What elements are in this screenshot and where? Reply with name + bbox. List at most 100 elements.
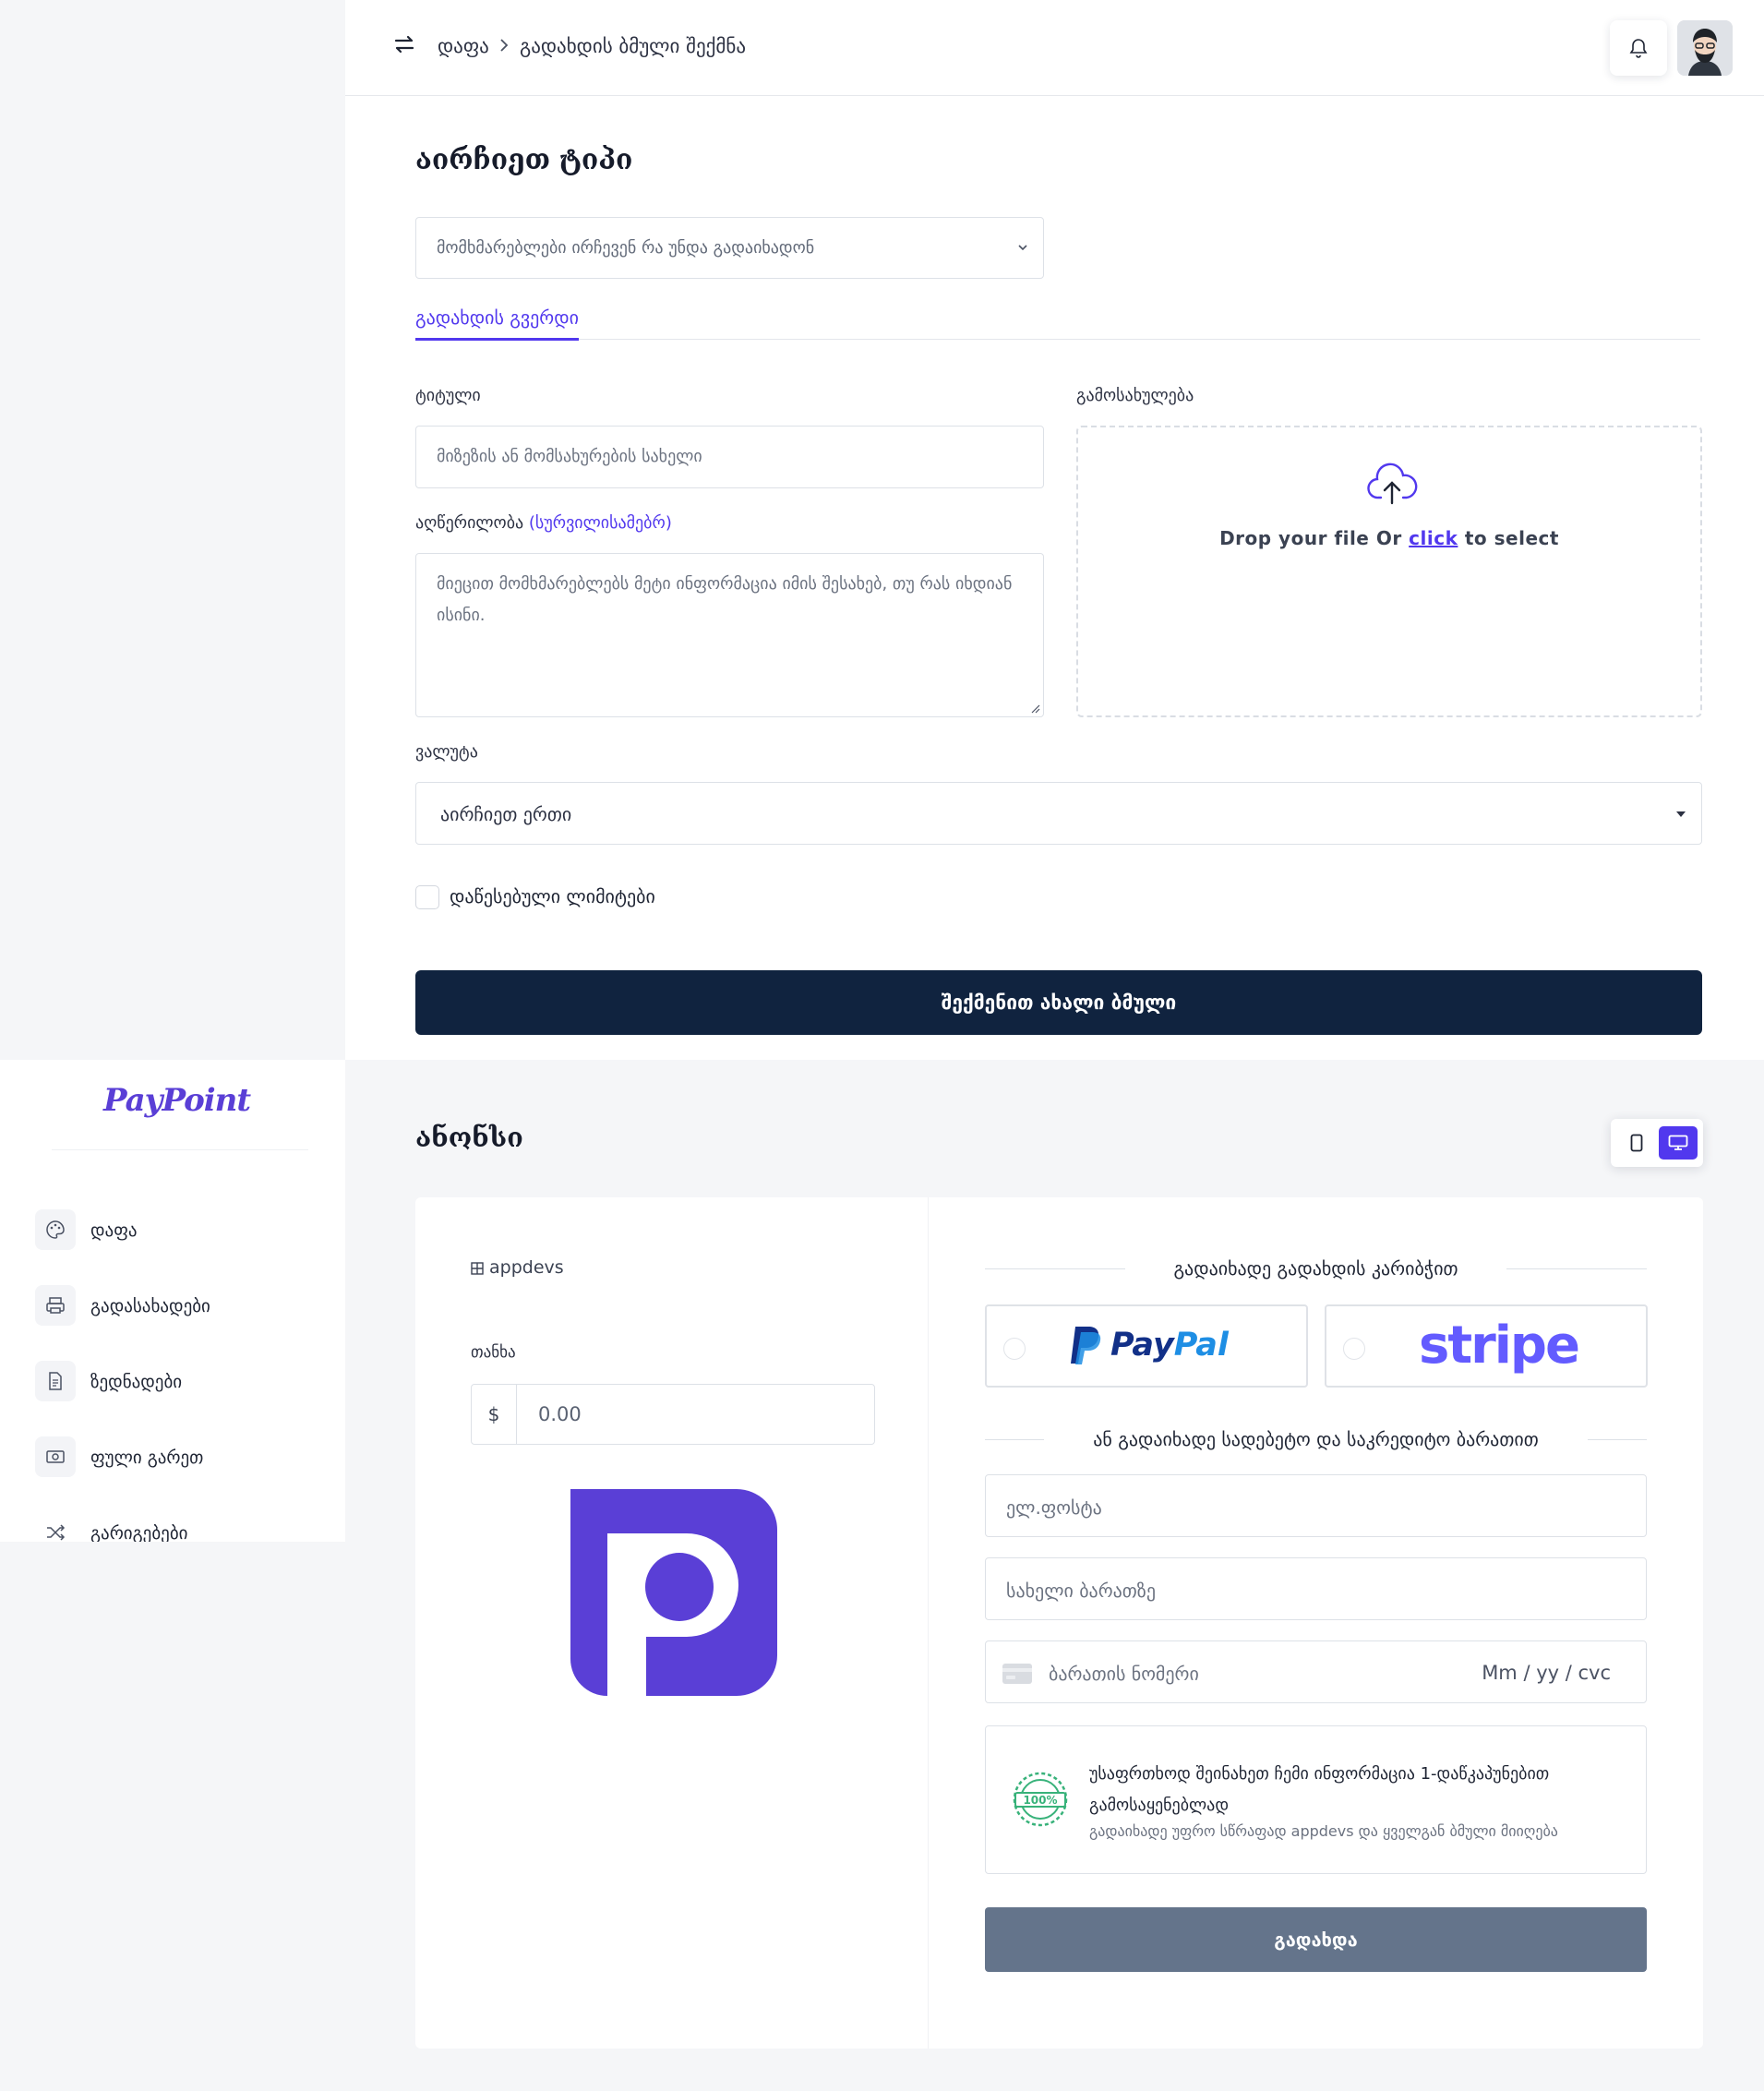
desktop-view-button[interactable] [1659,1126,1698,1160]
avatar-illustration-icon [1677,20,1733,76]
notifications-button[interactable] [1610,20,1667,76]
cardholder-placeholder: სახელი ბარათზე [1006,1580,1156,1602]
preview-title: ანონსი [415,1122,523,1153]
secure-save-box[interactable]: 100% უსაფრთხოდ შეინახეთ ჩემი ინფორმაცია … [985,1725,1647,1874]
description-placeholder: მიეცით მომხმარებლებს მეტი ინფორმაცია იმი… [437,574,1013,625]
dropzone-text-pre: Drop your file Or [1219,527,1410,549]
credit-card-icon [1002,1664,1032,1684]
sidebar-item-label: დაფა [90,1220,138,1241]
gateway-heading: გადაიხადე გადახდის კარიბჭით [985,1257,1647,1280]
form-title: აირჩიეთ ტიპი [415,144,633,176]
image-dropzone[interactable]: Drop your file Or click to select [1076,426,1702,717]
cash-icon [35,1436,76,1477]
printer-icon [35,1285,76,1326]
paypoint-logo[interactable]: PayPoint [103,1082,251,1119]
sidebar-item-label: ზედნადები [90,1372,183,1392]
heading-line [985,1268,1125,1269]
sidebar-item-payments[interactable]: გადასახადები [35,1285,312,1326]
merchant-name-text: appdevs [489,1257,564,1278]
paypal-option[interactable]: PayPal [985,1304,1308,1388]
description-label: აღწერილობა (სურვილისამებრ) [415,513,672,533]
amount-input[interactable]: 0.00 [538,1403,582,1425]
stripe-radio[interactable] [1343,1338,1365,1360]
shuffle-icon [35,1512,76,1542]
device-toggle [1611,1119,1703,1167]
heading-line [1588,1439,1647,1440]
user-avatar[interactable] [1677,20,1733,76]
paypal-wordmark: PayPal [1110,1327,1229,1364]
top-bar: დაფა გადახდის ბმული შექმნა [345,0,1764,96]
paypal-radio[interactable] [1003,1338,1026,1360]
guarantee-seal-icon: 100% [1013,1772,1068,1827]
image-label: გამოსახულება [1076,386,1194,405]
paypal-p-icon [1071,1327,1101,1364]
description-label-text: აღწერილობა [415,513,524,533]
pay-button[interactable]: გადახდა [985,1907,1647,1972]
payment-type-value: მომხმარებლები ირჩევენ რა უნდა გადაიხადონ [437,238,815,258]
heading-line [985,1439,1044,1440]
create-link-button[interactable]: შექმენით ახალი ბმული [415,970,1702,1035]
limits-checkbox-label[interactable]: დაწესებული ლიმიტები [450,885,655,907]
desktop-icon [1668,1135,1688,1150]
sidebar-item-invoices[interactable]: ზედნადები [35,1361,312,1401]
swap-arrows-icon[interactable] [393,33,415,55]
caret-down-icon [1676,811,1686,817]
limits-checkbox[interactable] [415,885,439,909]
cardholder-name-field[interactable]: სახელი ბარათზე [985,1557,1647,1620]
card-expiry-cvc: Mm / yy / cvc [1482,1662,1611,1684]
sidebar-item-dashboard[interactable]: დაფა [35,1209,312,1250]
create-link-form: აირჩიეთ ტიპი მომხმარებლები ირჩევენ რა უნ… [345,96,1764,1060]
resize-handle-icon[interactable] [1029,703,1040,714]
paypal-logo: PayPal [1070,1325,1229,1365]
email-field[interactable]: ელ.ფოსტა [985,1474,1647,1537]
title-placeholder: მიზეზის ან მომსახურების სახელი [437,447,702,466]
heading-line [1506,1268,1647,1269]
card-number-placeholder: ბარათის ნომერი [1049,1663,1199,1685]
sidebar-item-transactions[interactable]: გარიგებები [35,1512,312,1542]
chevron-right-icon [500,39,509,52]
stripe-option[interactable]: stripe [1325,1304,1648,1388]
dropzone-click-link[interactable]: click [1409,527,1458,549]
tab-bar: გადახდის გვერდი [415,301,1700,341]
sidebar-item-label: გადასახადები [90,1296,210,1316]
amount-label: თანხა [471,1343,516,1362]
bell-icon [1629,39,1648,58]
sidebar-divider [52,1149,308,1150]
chevron-down-icon [1018,245,1027,251]
description-textarea[interactable]: მიეცით მომხმარებლებს მეტი ინფორმაცია იმი… [415,553,1044,717]
dropzone-text-post: to select [1458,527,1559,549]
paypoint-big-logo [570,1489,777,1696]
sidebar-item-money-out[interactable]: ფული გარეთ [35,1436,312,1477]
title-label: ტიტული [415,386,481,405]
sidebar-item-label: გარიგებები [90,1523,188,1542]
email-placeholder: ელ.ფოსტა [1006,1496,1102,1519]
tab-payment-page[interactable]: გადახდის გვერდი [415,306,579,341]
sidebar: PayPoint დაფა გადასახადები ზედნადები ფულ… [0,1060,345,1542]
palette-icon [35,1209,76,1250]
checkout-preview: appdevs თანხა $ 0.00 გადაიხადე გადახდის … [415,1197,1703,2049]
merchant-name: appdevs [471,1257,564,1278]
title-input[interactable]: მიზეზის ან მომსახურების სახელი [415,426,1044,488]
gateway-heading-text: გადაიხადე გადახდის კარიბჭით [1173,1257,1458,1280]
left-blank-area [0,0,345,1060]
paypal-word-pal: Pal [1173,1327,1229,1364]
cloud-upload-icon [1367,463,1418,505]
secure-title: უსაფრთხოდ შეინახეთ ჩემი ინფორმაცია 1-დაწ… [1089,1764,1550,1815]
document-icon [35,1361,76,1401]
dropzone-text: Drop your file Or click to select [1078,527,1700,549]
logo-text: PayPoint [103,1082,251,1119]
currency-label: ვალუტა [415,742,478,762]
currency-select[interactable]: აირჩიეთ ერთი [415,782,1702,845]
card-number-field[interactable]: ბარათის ნომერი Mm / yy / cvc [985,1640,1647,1703]
preview-divider [928,1197,929,2049]
breadcrumb-home[interactable]: დაფა [438,35,489,57]
card-heading: ან გადაიხადე სადებეტო და საკრედიტო ბარათ… [985,1428,1647,1450]
payment-type-select[interactable]: მომხმარებლები ირჩევენ რა უნდა გადაიხადონ [415,217,1044,279]
description-optional-text: (სურვილისამებრ) [528,513,672,533]
card-heading-text: ან გადაიხადე სადებეტო და საკრედიტო ბარათ… [1093,1428,1539,1450]
mobile-view-button[interactable] [1626,1132,1647,1154]
mobile-icon [1630,1134,1643,1152]
stripe-wordmark: stripe [1419,1316,1580,1376]
sidebar-item-label: ფული გარეთ [90,1448,204,1468]
grid-icon [471,1262,484,1275]
